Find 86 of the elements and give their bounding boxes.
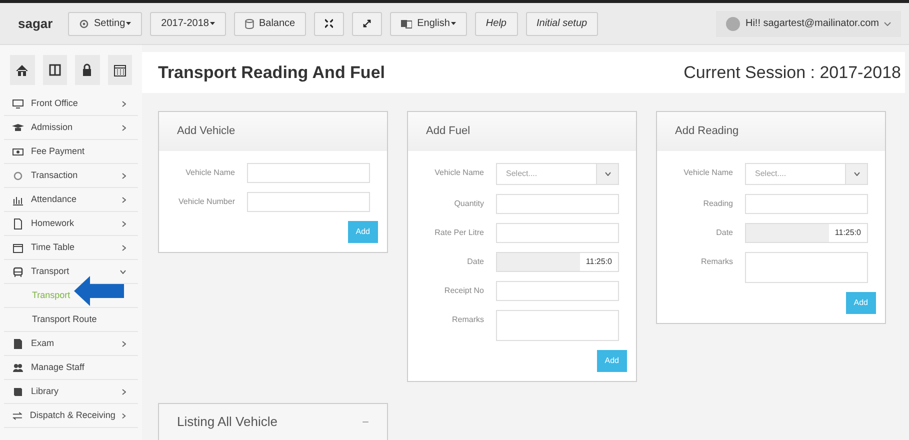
sidebar-item[interactable]: Manage Staff xyxy=(4,356,138,380)
chevron-down-icon xyxy=(854,172,860,176)
chevron-right-icon xyxy=(122,244,126,250)
field-label: Vehicle Name xyxy=(434,167,485,178)
page-title: Transport Reading And Fuel xyxy=(158,62,385,84)
chevron-down-icon xyxy=(120,270,126,274)
card-title: Add Vehicle xyxy=(177,124,236,140)
input-field[interactable] xyxy=(247,163,370,183)
toolbar-button[interactable]: Initial setup xyxy=(526,12,598,36)
field-label: Date xyxy=(466,256,485,267)
toolbar-icon-button[interactable] xyxy=(352,12,382,36)
toolbar-button[interactable]: Setting xyxy=(68,12,142,36)
brand-name: sagar xyxy=(18,14,54,33)
chevron-down-icon xyxy=(884,22,891,26)
banknote-icon xyxy=(12,146,24,158)
text-area[interactable] xyxy=(745,252,868,283)
chevron-right-icon xyxy=(122,172,126,178)
calendar-icon xyxy=(12,242,24,254)
calendar-icon xyxy=(112,62,128,78)
user-menu[interactable]: Hi!! sagartest@mailinator.com xyxy=(716,10,901,36)
bus-icon xyxy=(12,266,24,278)
sidebar-item[interactable]: Time Table xyxy=(4,236,138,260)
chevron-right-icon xyxy=(122,388,126,394)
sidebar-subitem[interactable]: Transport Route xyxy=(4,308,138,332)
sidebar-item[interactable]: Fee Payment xyxy=(4,140,138,164)
input-field[interactable] xyxy=(247,192,370,212)
input-field[interactable] xyxy=(745,194,868,214)
sidebar-item[interactable]: Exam xyxy=(4,332,138,356)
caret-icon xyxy=(210,22,215,25)
field-label: Receipt No xyxy=(443,285,485,296)
sidebar-item[interactable]: Homework xyxy=(4,212,138,236)
chevron-right-icon xyxy=(122,412,126,418)
toolbar-button[interactable]: Balance xyxy=(234,12,306,36)
sidebar-item[interactable]: Transaction xyxy=(4,164,138,188)
quick-link-button[interactable] xyxy=(75,55,100,85)
chevron-right-icon xyxy=(122,124,126,130)
field-label: Remarks xyxy=(700,256,734,267)
sidebar-item[interactable]: Dispatch & Receiving xyxy=(4,404,138,428)
input-field[interactable] xyxy=(496,194,619,214)
toolbar-button[interactable]: English xyxy=(390,12,467,36)
avatar-icon xyxy=(726,16,740,30)
quick-link-button[interactable] xyxy=(108,55,132,85)
pointer-arrow-icon xyxy=(74,275,124,307)
document-icon xyxy=(12,338,24,350)
toolbar-icon-button[interactable] xyxy=(314,12,344,36)
expand-arrows-icon xyxy=(363,19,372,28)
sidebar-item[interactable]: Library xyxy=(4,380,138,404)
field-label: Vehicle Name xyxy=(184,167,236,178)
field-label: Quantity xyxy=(453,198,485,209)
caret-icon xyxy=(450,22,456,25)
document-icon xyxy=(12,218,24,230)
card-title: Add Reading xyxy=(675,124,739,140)
card-title: Add Fuel xyxy=(426,124,470,140)
toolbar-button[interactable]: 2017-2018 xyxy=(150,12,226,36)
caret-icon xyxy=(126,22,132,25)
chevron-right-icon xyxy=(122,100,126,106)
monitor-icon xyxy=(12,98,24,110)
home-icon xyxy=(14,62,30,78)
session-label: Current Session : 2017-2018 xyxy=(684,62,901,84)
field-label: Rate Per Litre xyxy=(434,227,485,238)
panel-title: Listing All Vehicle xyxy=(177,413,278,432)
field-label: Remarks xyxy=(450,314,485,325)
field-label: Vehicle Number xyxy=(178,196,236,207)
chevron-right-icon xyxy=(122,196,126,202)
input-field[interactable] xyxy=(496,223,619,243)
exchange-arrows-icon xyxy=(12,410,23,422)
date-field[interactable]: 11:25:0 xyxy=(496,252,619,272)
field-label: Vehicle Name xyxy=(682,167,734,178)
collapse-arrows-icon xyxy=(325,19,334,28)
field-label: Reading xyxy=(702,198,734,209)
field-label: Date xyxy=(715,227,734,238)
sidebar-item[interactable]: Admission xyxy=(4,116,138,140)
chevron-right-icon xyxy=(122,220,126,226)
input-field[interactable] xyxy=(496,281,619,301)
people-icon xyxy=(12,362,24,374)
date-field[interactable]: 11:25:0 xyxy=(745,223,868,243)
graduation-cap-icon xyxy=(12,122,24,134)
quick-link-button[interactable] xyxy=(42,55,67,85)
chevron-right-icon xyxy=(122,340,126,346)
text-area[interactable] xyxy=(496,310,619,341)
sidebar-item[interactable]: Front Office xyxy=(4,92,138,116)
toolbar-button[interactable]: Help xyxy=(474,12,518,36)
database-icon xyxy=(244,18,254,28)
quick-link-button[interactable] xyxy=(10,55,34,85)
chevron-down-icon xyxy=(604,172,610,176)
sidebar-item[interactable]: Attendance xyxy=(4,188,138,212)
